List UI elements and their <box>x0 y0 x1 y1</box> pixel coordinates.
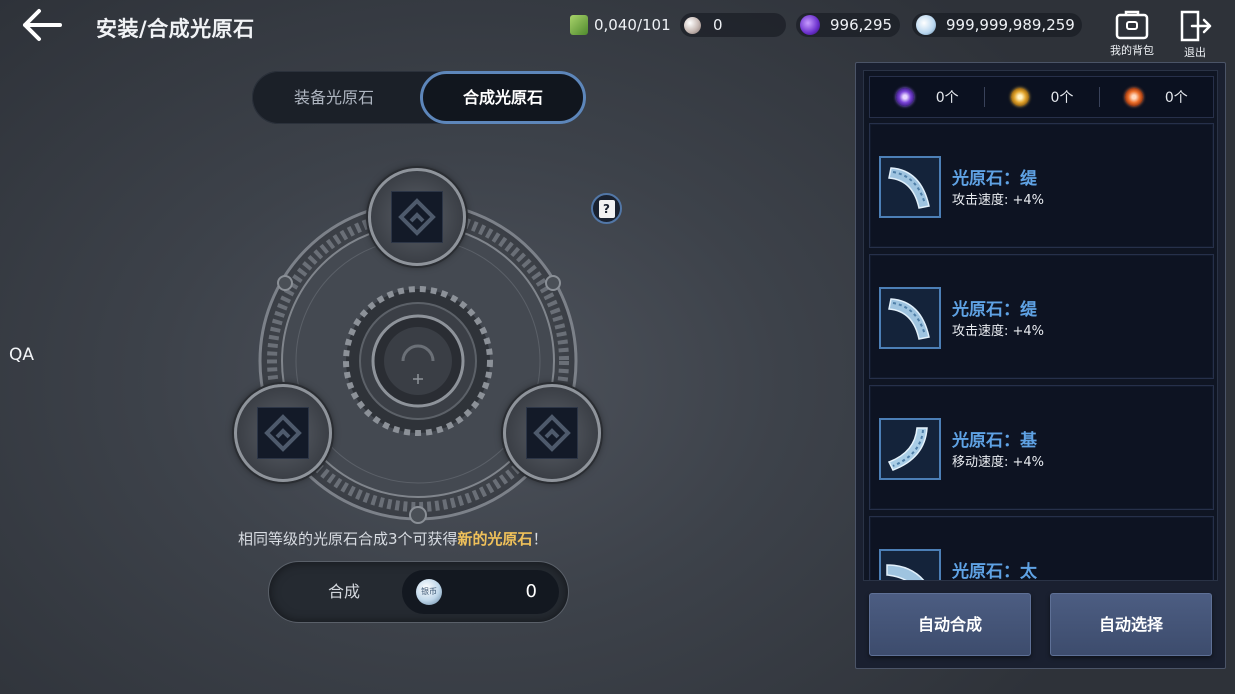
curved-stone-icon <box>887 427 928 471</box>
stone-thumbnail <box>879 418 941 480</box>
currency-purple-orb: 996,295 <box>796 13 900 37</box>
diamond-rune-icon <box>533 414 571 452</box>
stone-slot-placeholder <box>526 407 578 459</box>
synthesis-hint: 相同等级的光原石合成3个可获得新的光原石！ <box>238 528 548 549</box>
exit-door-icon <box>1180 10 1212 42</box>
auto-synthesize-button[interactable]: 自动合成 <box>869 593 1031 656</box>
silver-coin-icon: 银币 <box>416 579 442 605</box>
hint-highlight: 新的光原石 <box>457 530 533 548</box>
tab-synthesize-light-stone[interactable]: 合成光原石 <box>420 71 586 124</box>
curved-stone-icon <box>888 298 930 340</box>
orange-gem-icon <box>1124 88 1143 106</box>
back-arrow-icon <box>23 9 62 41</box>
hint-suffix: ！ <box>532 530 548 548</box>
stone-thumbnail <box>879 549 941 580</box>
gem-counters: 0个 0个 0个 <box>869 76 1214 118</box>
item-name: 光原石：缇 <box>952 169 1037 189</box>
stone-slot-placeholder <box>391 191 443 243</box>
stone-slot-placeholder <box>257 407 309 459</box>
item-name: 光原石：基 <box>952 431 1037 451</box>
cash-stack-icon <box>570 15 588 35</box>
stone-slot-top[interactable] <box>368 168 466 266</box>
synthesis-wheel <box>230 165 610 525</box>
currency-pearl: 0 <box>680 13 786 37</box>
counter-gold[interactable]: 0个 <box>984 87 1098 107</box>
silver-coin-icon <box>916 15 936 35</box>
synthesize-button[interactable]: 合成 <box>299 562 389 622</box>
bag-label: 我的背包 <box>1110 44 1154 57</box>
qa-label[interactable]: QA <box>9 345 34 365</box>
item-stat: 攻击速度: +4% <box>952 193 1045 208</box>
purple-gem-icon <box>895 88 914 106</box>
curved-stone-icon <box>886 564 925 580</box>
stone-slot-left[interactable] <box>234 384 332 482</box>
synthesis-bar: 合成 银币 0 <box>268 561 569 623</box>
auto-select-button[interactable]: 自动选择 <box>1050 593 1212 656</box>
stone-thumbnail <box>879 287 941 349</box>
hint-prefix: 相同等级的光原石合成3个可获得 <box>238 530 458 548</box>
stone-list-frame: 0个 0个 0个 光原石：缇 攻击速度: +4% 光原石：缇 攻击速度: +4%… <box>863 70 1218 581</box>
diamond-rune-icon <box>264 414 302 452</box>
counter-orange[interactable]: 0个 <box>1098 87 1213 107</box>
list-item[interactable]: 光原石：缇 攻击速度: +4% <box>869 123 1214 248</box>
currency-silver-coin: 999,999,989,259 <box>912 13 1082 37</box>
bag-button[interactable]: 我的背包 <box>1105 10 1159 58</box>
tab-equip-light-stone[interactable]: 装备光原石 <box>252 71 416 124</box>
currency-pearl-value: 0 <box>713 16 723 34</box>
mode-tabs: 装备光原石 合成光原石 <box>252 71 586 124</box>
item-stat: 攻击速度: +4% <box>952 324 1045 339</box>
synthesis-cost: 银币 0 <box>402 570 559 614</box>
stone-inventory-panel: 0个 0个 0个 光原石：缇 攻击速度: +4% 光原石：缇 攻击速度: +4%… <box>855 62 1226 669</box>
stone-thumbnail <box>879 156 941 218</box>
currency-purple-orb-value: 996,295 <box>830 16 893 34</box>
currency-silver-coin-value: 999,999,989,259 <box>946 16 1075 34</box>
currency-cash: 0,040/101 <box>566 13 672 37</box>
counter-purple-value: 0个 <box>935 90 959 106</box>
diamond-rune-icon <box>398 198 436 236</box>
page-title: 安装/合成光原石 <box>96 17 255 41</box>
pearl-icon <box>684 16 701 34</box>
list-item[interactable]: 光原石：缇 攻击速度: +4% <box>869 254 1214 379</box>
stone-slot-right[interactable] <box>503 384 601 482</box>
currency-cash-value: 0,040/101 <box>594 16 671 34</box>
curved-stone-icon <box>888 167 930 209</box>
gold-gem-icon <box>1010 88 1029 106</box>
exit-button[interactable]: 退出 <box>1170 10 1220 60</box>
stone-list[interactable]: 光原石：缇 攻击速度: +4% 光原石：缇 攻击速度: +4% 光原石：基 移动… <box>869 123 1214 581</box>
item-name: 光原石：缇 <box>952 300 1037 320</box>
synthesis-cost-value: 0 <box>525 581 537 602</box>
list-item[interactable]: 光原石：太 <box>869 516 1214 581</box>
item-stat: 移动速度: +4% <box>952 455 1045 470</box>
backpack-icon <box>1115 10 1149 40</box>
item-name: 光原石：太 <box>952 562 1037 581</box>
counter-orange-value: 0个 <box>1164 90 1188 106</box>
counter-gold-value: 0个 <box>1050 90 1074 106</box>
list-item[interactable]: 光原石：基 移动速度: +4% <box>869 385 1214 510</box>
purple-orb-icon <box>800 15 820 35</box>
back-button[interactable] <box>22 8 62 42</box>
exit-label: 退出 <box>1184 46 1206 59</box>
counter-purple[interactable]: 0个 <box>870 87 984 107</box>
